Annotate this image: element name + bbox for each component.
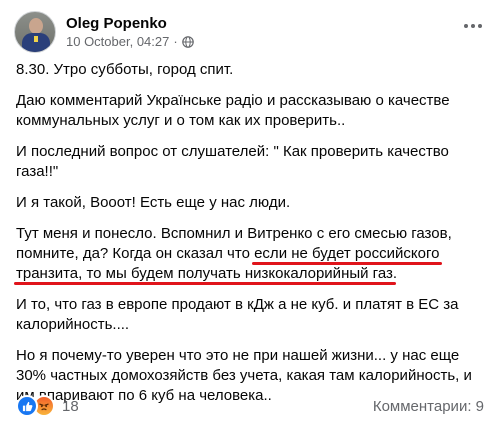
like-icon	[16, 395, 38, 417]
underlined-text: если не будет российского	[254, 245, 440, 262]
post-timestamp[interactable]: 10 October, 04:27	[66, 33, 169, 51]
separator-dot: ·	[173, 33, 178, 49]
post-meta: Oleg Popenko 10 October, 04:27 ·	[66, 14, 194, 51]
post-subline: 10 October, 04:27 ·	[66, 33, 194, 51]
comments-count-link[interactable]: Комментарии: 9	[373, 398, 484, 415]
author-name[interactable]: Oleg Popenko	[66, 14, 194, 33]
paragraph-text: .	[392, 265, 398, 282]
post-header: Oleg Popenko 10 October, 04:27 ·	[14, 10, 194, 54]
more-options-icon[interactable]	[464, 24, 482, 28]
post-paragraph: И то, что газ в европе продают в кДж а н…	[16, 296, 459, 333]
underlined-text: транзита, то мы будем получать низкокало…	[16, 265, 393, 282]
post-paragraph: И я такой, Вооот! Есть еще у нас люди.	[16, 194, 291, 211]
avatar[interactable]	[14, 11, 56, 53]
post-paragraph: Даю комментарий Українське радіо и расск…	[16, 92, 450, 129]
post-paragraph: Тут меня и понесло. Вспомнил и Витренко …	[16, 224, 486, 284]
post-paragraph: 8.30. Утро субботы, город спит.	[16, 61, 234, 78]
post-paragraph: И последний вопрос от слушателей: " Как …	[16, 143, 449, 180]
post-body: 8.30. Утро субботы, город спит. Даю комм…	[16, 60, 486, 417]
post-footer: 18 Комментарии: 9	[16, 395, 484, 417]
reaction-count[interactable]: 18	[62, 398, 79, 415]
reactions-summary[interactable]: 18	[16, 395, 79, 417]
globe-icon	[181, 35, 194, 48]
